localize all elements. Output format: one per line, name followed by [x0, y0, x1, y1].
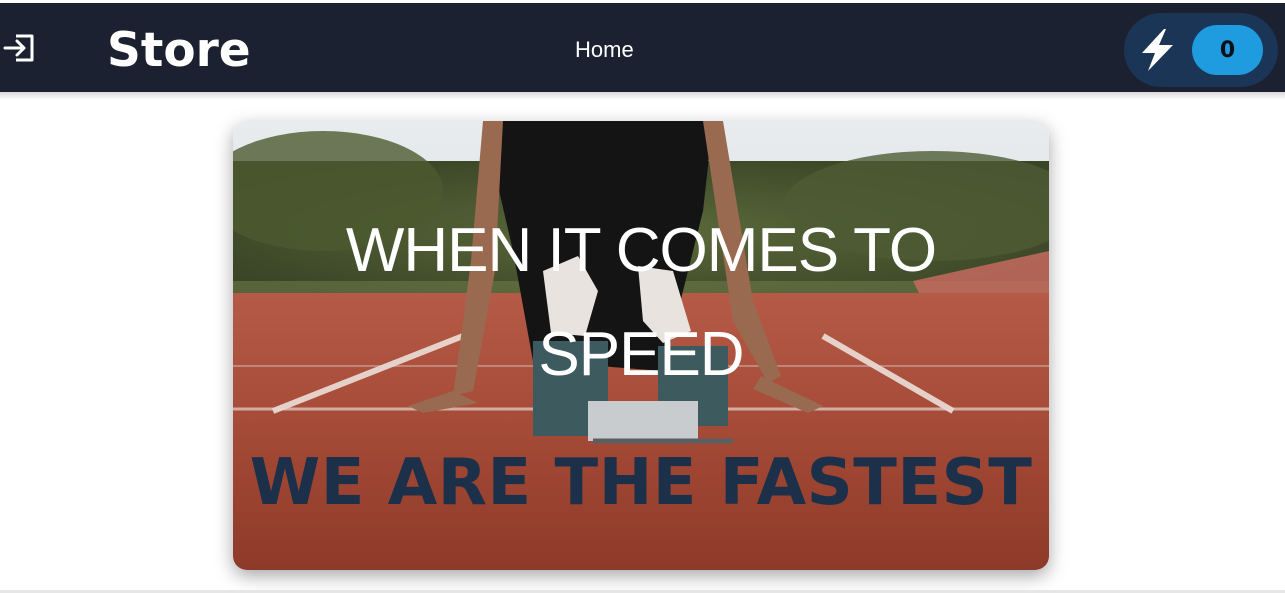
navbar-shadow — [0, 92, 1285, 100]
nav-link-home[interactable]: Home — [575, 36, 634, 64]
cart-count-badge: 0 — [1192, 25, 1263, 75]
lightning-bolt-icon — [1142, 29, 1173, 71]
login-icon[interactable] — [2, 30, 38, 66]
top-navbar: Store Home 0 — [0, 3, 1285, 92]
cart-button[interactable]: 0 — [1124, 13, 1278, 87]
brand-logo[interactable]: Store — [107, 21, 251, 81]
hero-headline: WHEN IT COMES TO SPEED — [345, 216, 937, 389]
hero-banner: WHEN IT COMES TO SPEED WE ARE THE FASTES… — [233, 121, 1049, 570]
hero-tagline: WE ARE THE FASTEST — [249, 446, 1033, 520]
